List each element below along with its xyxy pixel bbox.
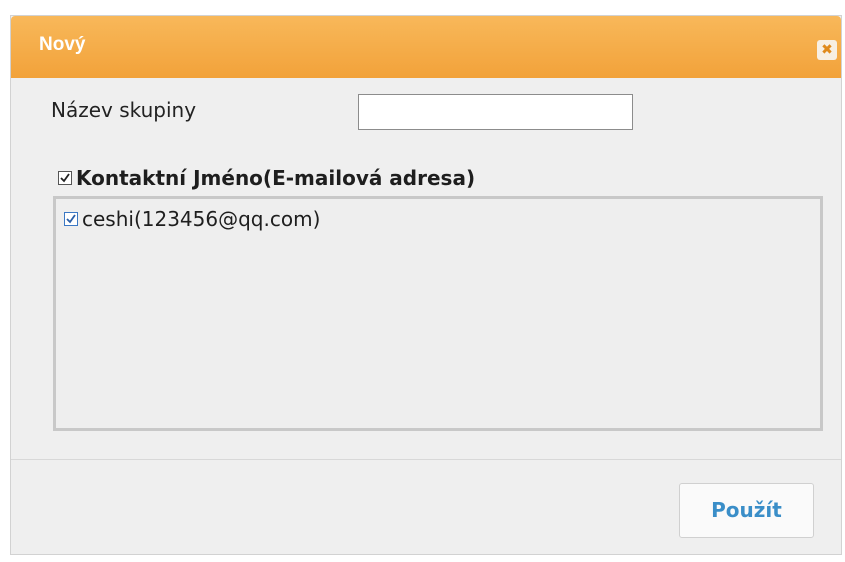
list-item[interactable]: ceshi(123456@qq.com) bbox=[64, 207, 320, 231]
select-all-checkbox[interactable] bbox=[58, 171, 72, 185]
group-name-label: Název skupiny bbox=[51, 98, 197, 122]
dialog-title: Nový bbox=[39, 34, 86, 55]
contact-checkbox[interactable] bbox=[64, 212, 78, 226]
new-group-dialog: Nový ✖ Název skupiny Kontaktní Jméno(E-m… bbox=[10, 15, 842, 555]
contacts-list[interactable]: ceshi(123456@qq.com) bbox=[53, 196, 823, 431]
footer-divider bbox=[11, 459, 841, 460]
contact-label: ceshi(123456@qq.com) bbox=[82, 207, 321, 231]
apply-button[interactable]: Použít bbox=[679, 483, 814, 538]
checkmark-icon bbox=[66, 214, 76, 224]
close-icon[interactable]: ✖ bbox=[817, 40, 837, 60]
contacts-header-label: Kontaktní Jméno(E-mailová adresa) bbox=[76, 166, 476, 190]
group-name-input[interactable] bbox=[358, 94, 633, 130]
checkmark-icon bbox=[60, 173, 70, 183]
dialog-titlebar: Nový ✖ bbox=[11, 16, 841, 78]
contacts-header: Kontaktní Jméno(E-mailová adresa) bbox=[58, 166, 475, 190]
